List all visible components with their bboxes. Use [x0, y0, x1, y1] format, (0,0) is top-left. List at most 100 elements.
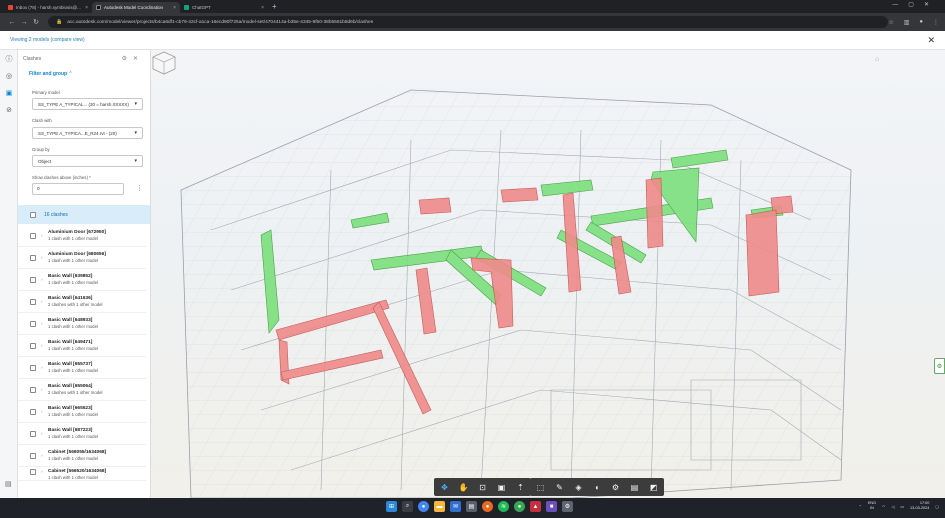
list-item[interactable]: › Basic Wall [639852] 1 clash with 1 other…	[18, 269, 146, 291]
issues-icon[interactable]: ⊘	[0, 101, 18, 118]
app-purple-icon[interactable]: ■	[546, 501, 557, 512]
view-cube[interactable]	[151, 50, 177, 76]
close-tab-icon[interactable]: ×	[85, 5, 88, 11]
row-checkbox[interactable]	[30, 408, 36, 415]
side-panel-icon[interactable]: ▥	[904, 19, 910, 26]
browser-tab-gmail[interactable]: Inbox (78) - harsh.symbiosis@... ×	[4, 2, 92, 13]
fit-to-view-icon[interactable]: ⊡	[476, 481, 489, 494]
primary-model-select[interactable]: SS_TYPE A_TYPICAL... (30 = harsh.rtXXXX)…	[32, 98, 143, 110]
chrome-icon[interactable]: ●	[418, 501, 429, 512]
section-icon[interactable]: ◐	[591, 481, 604, 494]
browser-menu-icon[interactable]: ⋮	[933, 19, 939, 26]
chevron-right-icon[interactable]: ›	[41, 469, 45, 474]
chevron-right-icon[interactable]: ›	[41, 409, 45, 414]
firefox-icon[interactable]: ●	[482, 501, 493, 512]
app-red-icon[interactable]: ▲	[530, 501, 541, 512]
group-by-select[interactable]: Object ▾	[32, 155, 143, 167]
close-panel-icon[interactable]: ✕	[133, 56, 144, 62]
list-item[interactable]: › Basic Wall [648933] 1 clash with 1 other…	[18, 313, 146, 335]
save-view-icon[interactable]: ▤	[628, 481, 641, 494]
chevron-right-icon[interactable]: ›	[41, 233, 45, 238]
window-controls[interactable]: —▢✕	[892, 1, 939, 8]
layers-icon[interactable]: ◈	[572, 481, 585, 494]
search-icon[interactable]: ⌕	[402, 501, 413, 512]
chevron-right-icon[interactable]: ›	[41, 453, 45, 458]
fullscreen-icon[interactable]: ◩	[647, 481, 660, 494]
chevron-right-icon[interactable]: ›	[41, 343, 45, 348]
home-view-icon[interactable]: ⌂	[875, 56, 879, 63]
wifi-icon[interactable]: ◠	[882, 504, 885, 509]
browser-tab-chatgpt[interactable]: ChatGPT ×	[180, 2, 268, 13]
list-item[interactable]: › Basic Wall [655737] 1 clash with 1 other…	[18, 357, 146, 379]
viewer-side-tab[interactable]: ⚙	[934, 358, 945, 374]
forward-icon[interactable]: →	[18, 19, 30, 26]
settings-icon[interactable]: ⚙	[609, 481, 622, 494]
row-checkbox[interactable]	[30, 430, 36, 437]
settings-app-icon[interactable]: ⚙	[562, 501, 573, 512]
clock[interactable]: 17:00 13-03-2024	[910, 501, 929, 511]
chevron-right-icon[interactable]: ›	[41, 321, 45, 326]
row-checkbox[interactable]	[30, 469, 36, 475]
reload-icon[interactable]: ↻	[30, 18, 42, 26]
viewing-models-label[interactable]: Viewing 2 models (compare view)	[10, 37, 85, 43]
clashes-icon[interactable]: ▣	[0, 84, 18, 101]
battery-icon[interactable]: ▭	[900, 504, 904, 509]
bookmark-star-icon[interactable]: ☆	[888, 19, 893, 26]
markup-pencil-icon[interactable]: ✎	[553, 481, 566, 494]
orbit-icon[interactable]: ✥	[438, 481, 451, 494]
chevron-right-icon[interactable]: ›	[41, 365, 45, 370]
row-checkbox[interactable]	[30, 232, 36, 239]
walk-icon[interactable]: ⇡	[514, 481, 527, 494]
browser-tab-autodesk[interactable]: Autodesk Model Coordination ×	[92, 2, 180, 13]
list-item[interactable]: › Basic Wall [687223] 1 clash with 1 other…	[18, 423, 146, 445]
row-checkbox[interactable]	[30, 386, 36, 393]
row-checkbox[interactable]	[30, 276, 36, 283]
select-all-checkbox[interactable]	[30, 211, 36, 218]
mail-icon[interactable]: ✉	[450, 501, 461, 512]
chevron-right-icon[interactable]: ›	[41, 387, 45, 392]
model-viewport[interactable]: ⌂	[151, 50, 945, 498]
close-tab-icon[interactable]: ×	[261, 5, 264, 11]
clash-with-select[interactable]: SS_TYPE A_TYPICA...E_R24.rvt - (20) ▾	[32, 127, 143, 139]
chevron-right-icon[interactable]: ›	[41, 277, 45, 282]
row-checkbox[interactable]	[30, 364, 36, 371]
clash-threshold-input[interactable]: 0	[32, 183, 124, 195]
store-icon[interactable]: ▤	[466, 501, 477, 512]
list-item[interactable]: › Basic Wall [655064] 2 clashes with 1 oth…	[18, 379, 146, 401]
row-checkbox[interactable]	[30, 342, 36, 349]
more-options-icon[interactable]: ⋮	[136, 184, 143, 192]
file-explorer-icon[interactable]: ▬	[434, 501, 445, 512]
close-tab-icon[interactable]: ×	[173, 5, 176, 11]
row-checkbox[interactable]	[30, 298, 36, 305]
list-item[interactable]: › Basic Wall [641636] 2 clashes with 1 oth…	[18, 291, 146, 313]
row-checkbox[interactable]	[30, 320, 36, 327]
building-model-canvas[interactable]	[151, 50, 945, 498]
models-icon[interactable]: ◎	[0, 67, 18, 84]
url-field[interactable]: 🔒 acc.autodesk.com/model/viewer/projects…	[48, 16, 889, 28]
close-viewer-button[interactable]: ✕	[927, 35, 935, 46]
back-icon[interactable]: ←	[6, 19, 18, 26]
list-item[interactable]: › Basic Wall [649471] 1 clash with 1 other…	[18, 335, 146, 357]
settings-icon[interactable]: ⚙	[122, 56, 133, 62]
info-icon[interactable]: ⓘ	[0, 50, 18, 67]
row-checkbox[interactable]	[30, 254, 36, 261]
camera-icon[interactable]: ▣	[495, 481, 508, 494]
all-clashes-row[interactable]: 16 clashes	[18, 205, 150, 224]
chevron-right-icon[interactable]: ›	[41, 255, 45, 260]
chevron-right-icon[interactable]: ›	[41, 431, 45, 436]
pan-icon[interactable]: ✋	[457, 481, 470, 494]
new-tab-button[interactable]: +	[272, 2, 277, 11]
spotify-icon[interactable]: ≋	[498, 501, 509, 512]
profile-icon[interactable]: ●	[919, 19, 923, 26]
chevron-right-icon[interactable]: ›	[41, 299, 45, 304]
measure-icon[interactable]: ⬚	[534, 481, 547, 494]
tray-chevron-icon[interactable]: ⌃	[859, 504, 862, 509]
filter-and-group-toggle[interactable]: Filter and group ⌃	[29, 71, 73, 77]
language-indicator[interactable]: ENG IN	[868, 501, 876, 511]
list-item[interactable]: › Aluminium Door [672950] 1 clash with 1 o…	[18, 225, 146, 247]
list-item[interactable]: › Basic Wall [665523] 1 clash with 1 other…	[18, 401, 146, 423]
list-item[interactable]: › Aluminium Door [680656] 1 clash with 1 o…	[18, 247, 146, 269]
list-item[interactable]: › Cabinet [566055/1634068] 1 clash with 1 …	[18, 445, 146, 467]
chrome-alt-icon[interactable]: ●	[514, 501, 525, 512]
panel-layout-icon[interactable]: ▤	[5, 480, 12, 488]
